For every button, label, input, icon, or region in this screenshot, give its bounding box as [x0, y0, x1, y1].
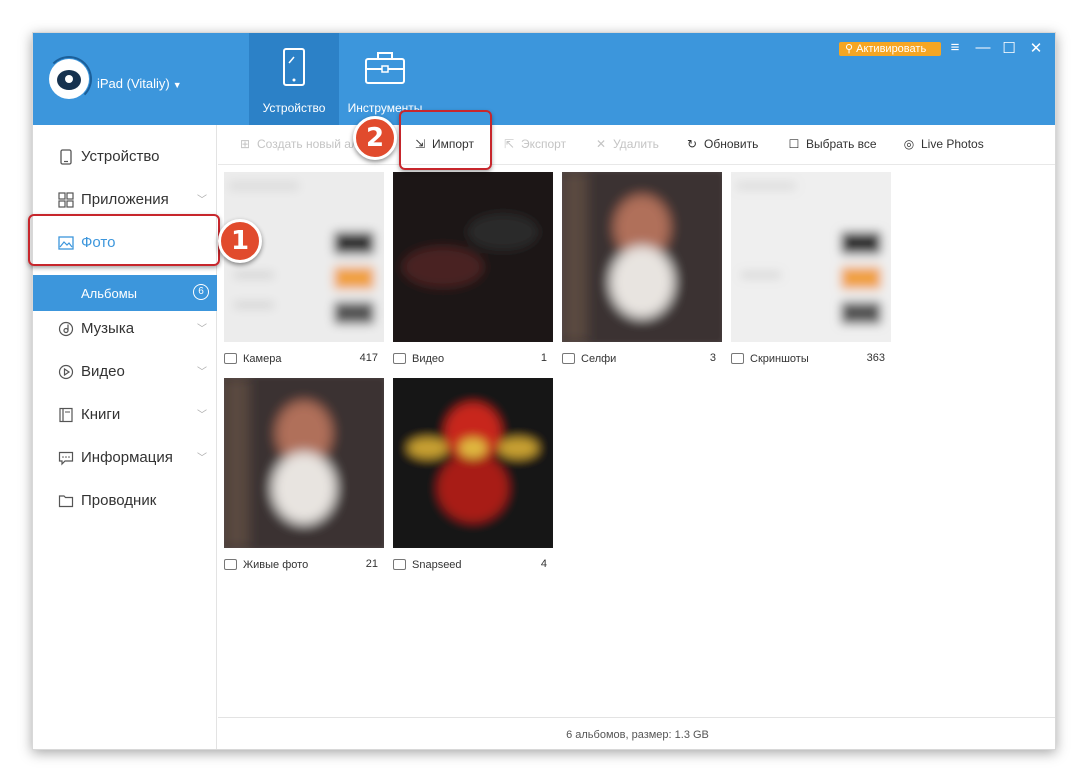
album-name: Скриншоты — [750, 353, 809, 365]
minimize-icon[interactable]: — — [973, 39, 993, 56]
create-album-button[interactable]: ⊞ Создать новый ал... — [238, 137, 368, 151]
album-name: Видео — [412, 353, 445, 365]
album-thumbnail — [224, 378, 384, 548]
title-bar: iPad (Vitaliy) ▼ Устройство Инструменты ⚲… — [33, 33, 1055, 125]
album-name: Селфи — [581, 353, 617, 365]
info-icon — [58, 451, 74, 466]
menu-icon[interactable]: ≡ — [945, 39, 965, 56]
sidebar-item-video[interactable]: Видео ﹀ — [33, 352, 217, 392]
tablet-icon — [283, 48, 305, 86]
album-name: Живые фото — [243, 559, 309, 571]
camera-icon — [224, 353, 237, 364]
sidebar-item-device[interactable]: Устройство — [33, 137, 217, 177]
export-button[interactable]: ⇱ Экспорт — [502, 137, 566, 151]
album-count: 417 — [359, 352, 378, 364]
checkbox-icon: ☐ — [788, 137, 800, 151]
highlight-photo — [28, 214, 220, 266]
chevron-down-icon: ﹀ — [197, 367, 207, 378]
album-thumbnail — [562, 172, 722, 342]
sidebar-item-label: Проводник — [81, 492, 157, 509]
delete-button[interactable]: ✕ Удалить — [594, 137, 659, 151]
delete-label: Удалить — [613, 137, 659, 151]
highlight-import — [399, 110, 492, 170]
sidebar-item-label: Приложения — [81, 191, 169, 208]
folder-icon — [58, 495, 74, 508]
live-photos-icon: ◎ — [903, 137, 915, 151]
chevron-down-icon: ﹀ — [197, 453, 207, 464]
sidebar-item-info[interactable]: Информация ﹀ — [33, 438, 217, 478]
select-all-label: Выбрать все — [806, 137, 877, 151]
device-name-label: iPad (Vitaliy) — [97, 76, 170, 91]
album-count: 3 — [709, 352, 716, 364]
live-photo-icon — [224, 559, 237, 570]
close-icon[interactable]: ✕ — [1026, 39, 1046, 57]
caret-down-icon: ▼ — [172, 80, 182, 90]
live-photos-button[interactable]: ◎ Live Photos — [902, 137, 984, 151]
refresh-label: Обновить — [704, 137, 759, 151]
camera-icon — [562, 353, 575, 364]
tab-device[interactable]: Устройство — [249, 33, 339, 125]
sidebar-item-label: Устройство — [81, 148, 160, 165]
album-thumbnail — [731, 172, 891, 342]
album-name: Snapseed — [412, 559, 462, 571]
album-count: 1 — [540, 352, 547, 364]
app-logo-icon — [46, 56, 92, 102]
chevron-down-icon: ﹀ — [197, 410, 207, 421]
tab-device-label: Устройство — [262, 101, 326, 115]
delete-icon: ✕ — [595, 137, 607, 151]
album-count: 363 — [866, 352, 885, 364]
apps-icon — [58, 192, 74, 208]
sidebar-item-books[interactable]: Книги ﹀ — [33, 395, 217, 435]
maximize-icon[interactable]: ☐ — [999, 39, 1019, 57]
activate-button[interactable]: ⚲ Активировать — [839, 42, 941, 56]
camera-icon — [731, 353, 744, 364]
chevron-down-icon: ﹀ — [197, 195, 207, 206]
sidebar-item-label: Музыка — [81, 320, 135, 337]
video-icon — [58, 364, 74, 380]
step-badge-1: 1 — [218, 219, 262, 263]
activate-label: Активировать — [856, 43, 927, 55]
albums-count-badge: 6 — [193, 284, 209, 300]
create-album-label: Создать новый ал... — [257, 137, 368, 151]
toolbox-icon — [365, 52, 405, 84]
album-count: 4 — [540, 558, 547, 570]
status-bar: 6 альбомов, размер: 1.3 GB — [218, 717, 1055, 749]
sidebar-subitem-albums[interactable]: Альбомы 6 — [33, 275, 217, 311]
live-photos-label: Live Photos — [921, 137, 984, 151]
step-badge-2: 2 — [353, 116, 397, 160]
music-icon — [58, 321, 74, 337]
plus-icon: ⊞ — [239, 137, 251, 151]
album-name: Камера — [243, 353, 282, 365]
album-thumbnail — [393, 172, 553, 342]
refresh-button[interactable]: ↻ Обновить — [685, 137, 758, 151]
export-icon: ⇱ — [503, 137, 515, 151]
key-icon: ⚲ — [845, 43, 854, 55]
album-thumbnail — [393, 378, 553, 548]
sidebar-subitem-label: Альбомы — [81, 286, 137, 301]
books-icon — [59, 407, 73, 423]
app-window: iPad (Vitaliy) ▼ Устройство Инструменты ⚲… — [32, 32, 1056, 750]
chevron-down-icon: ﹀ — [197, 324, 207, 335]
album-grid: Камера 417 Видео 1 Селфи 3 Скриншоты 363… — [218, 166, 1055, 717]
video-camera-icon — [393, 353, 406, 364]
album-count: 21 — [365, 558, 378, 570]
select-all-checkbox[interactable]: ☐ Выбрать все — [787, 137, 877, 151]
device-icon — [60, 149, 72, 165]
sidebar-item-music[interactable]: Музыка ﹀ — [33, 309, 217, 349]
export-label: Экспорт — [521, 137, 567, 151]
device-selector[interactable]: iPad (Vitaliy) ▼ — [97, 76, 182, 91]
album-icon — [393, 559, 406, 570]
refresh-icon: ↻ — [686, 137, 698, 151]
sidebar-item-label: Информация — [81, 449, 173, 466]
sidebar-item-explorer[interactable]: Проводник — [33, 481, 217, 521]
sidebar-item-label: Видео — [81, 363, 125, 380]
sidebar-item-label: Книги — [81, 406, 121, 423]
toolbar: ⊞ Создать новый ал... ⇲ Импорт ⇱ Экспорт ✕ У… — [218, 125, 1055, 165]
